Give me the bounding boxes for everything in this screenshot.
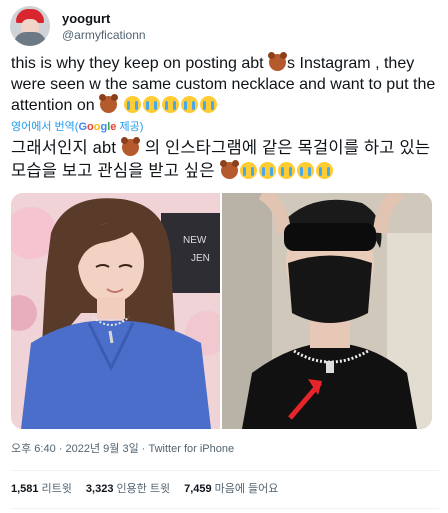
translated-text: 그래서인지 abt 의 인스타그램에 같은 목걸이를 하고 있는 모습을 보고 … [11, 137, 439, 183]
tweet-time[interactable]: 오후 6:40 [11, 443, 56, 455]
tweet-header: yoogurt @armyficationn [10, 4, 146, 48]
meta-separator: · [58, 443, 63, 455]
bear-emoji-icon [121, 137, 141, 156]
crying-emoji-icon [277, 162, 295, 179]
quote-tweets-stat[interactable]: 3,323 인용한 트윗 [86, 482, 170, 496]
tweet-stats: 1,581 리트윗 3,323 인용한 트윗 7,459 마음에 들어요 [11, 482, 278, 496]
photo-woman-blue-shirt[interactable]: NEW JEN [11, 193, 220, 429]
quotes-count: 3,323 [85, 483, 114, 495]
bear-emoji-icon [99, 94, 119, 113]
crying-emoji-icon [296, 162, 314, 179]
photo-man-black-mask[interactable] [222, 193, 432, 429]
sign-text-bottom: JEN [191, 253, 210, 264]
google-logo: Google [78, 121, 117, 133]
crying-emoji-icon [239, 162, 257, 179]
crying-emoji-icon [199, 96, 217, 113]
meta-separator: · [141, 443, 146, 455]
retweets-stat[interactable]: 1,581 리트윗 [11, 482, 72, 496]
user-handle[interactable]: @armyficationn [62, 27, 146, 43]
photo-left-illustration: NEW JEN [11, 193, 220, 429]
quotes-label: 인용한 트윗 [116, 483, 171, 495]
crying-emoji-icon [142, 96, 160, 113]
avatar[interactable] [10, 6, 50, 46]
tweet-date[interactable]: 2022년 9월 3일 [66, 443, 139, 455]
crying-emoji-icon [180, 96, 198, 113]
retweets-count: 1,581 [11, 483, 39, 495]
photo-right-illustration [222, 193, 432, 429]
author-names: yoogurt @armyficationn [62, 10, 146, 43]
tweet-media: NEW JEN [11, 193, 432, 429]
crying-emoji-icon [161, 96, 179, 113]
translated-by-google-link[interactable]: 영어에서 번역(Google 제공) [11, 120, 143, 134]
crying-emoji-icon [123, 96, 141, 113]
crying-emoji-icon [258, 162, 276, 179]
crying-emoji-icon [315, 162, 333, 179]
divider [11, 508, 439, 509]
tweet: yoogurt @armyficationn this is why they … [0, 0, 448, 513]
translated-text-part1: 그래서인지 abt [11, 139, 117, 157]
divider [11, 470, 439, 471]
bear-emoji-icon [219, 160, 239, 179]
retweets-label: 리트윗 [41, 483, 72, 495]
likes-stat[interactable]: 7,459 마음에 들어요 [184, 482, 278, 496]
tweet-text: this is why they keep on posting abt s I… [11, 52, 439, 116]
translation-label-suffix: 제공) [116, 121, 144, 133]
tweet-text-part1: this is why they keep on posting abt [11, 55, 264, 72]
likes-label: 마음에 들어요 [214, 483, 279, 495]
sign-text-top: NEW [183, 235, 207, 246]
likes-count: 7,459 [184, 483, 212, 495]
bear-emoji-icon [268, 52, 288, 71]
translation-label: 영어에서 번역( [11, 121, 79, 133]
display-name[interactable]: yoogurt [62, 10, 146, 27]
tweet-source[interactable]: Twitter for iPhone [149, 443, 235, 455]
tweet-meta: 오후 6:40 · 2022년 9월 3일 · Twitter for iPho… [11, 442, 234, 456]
